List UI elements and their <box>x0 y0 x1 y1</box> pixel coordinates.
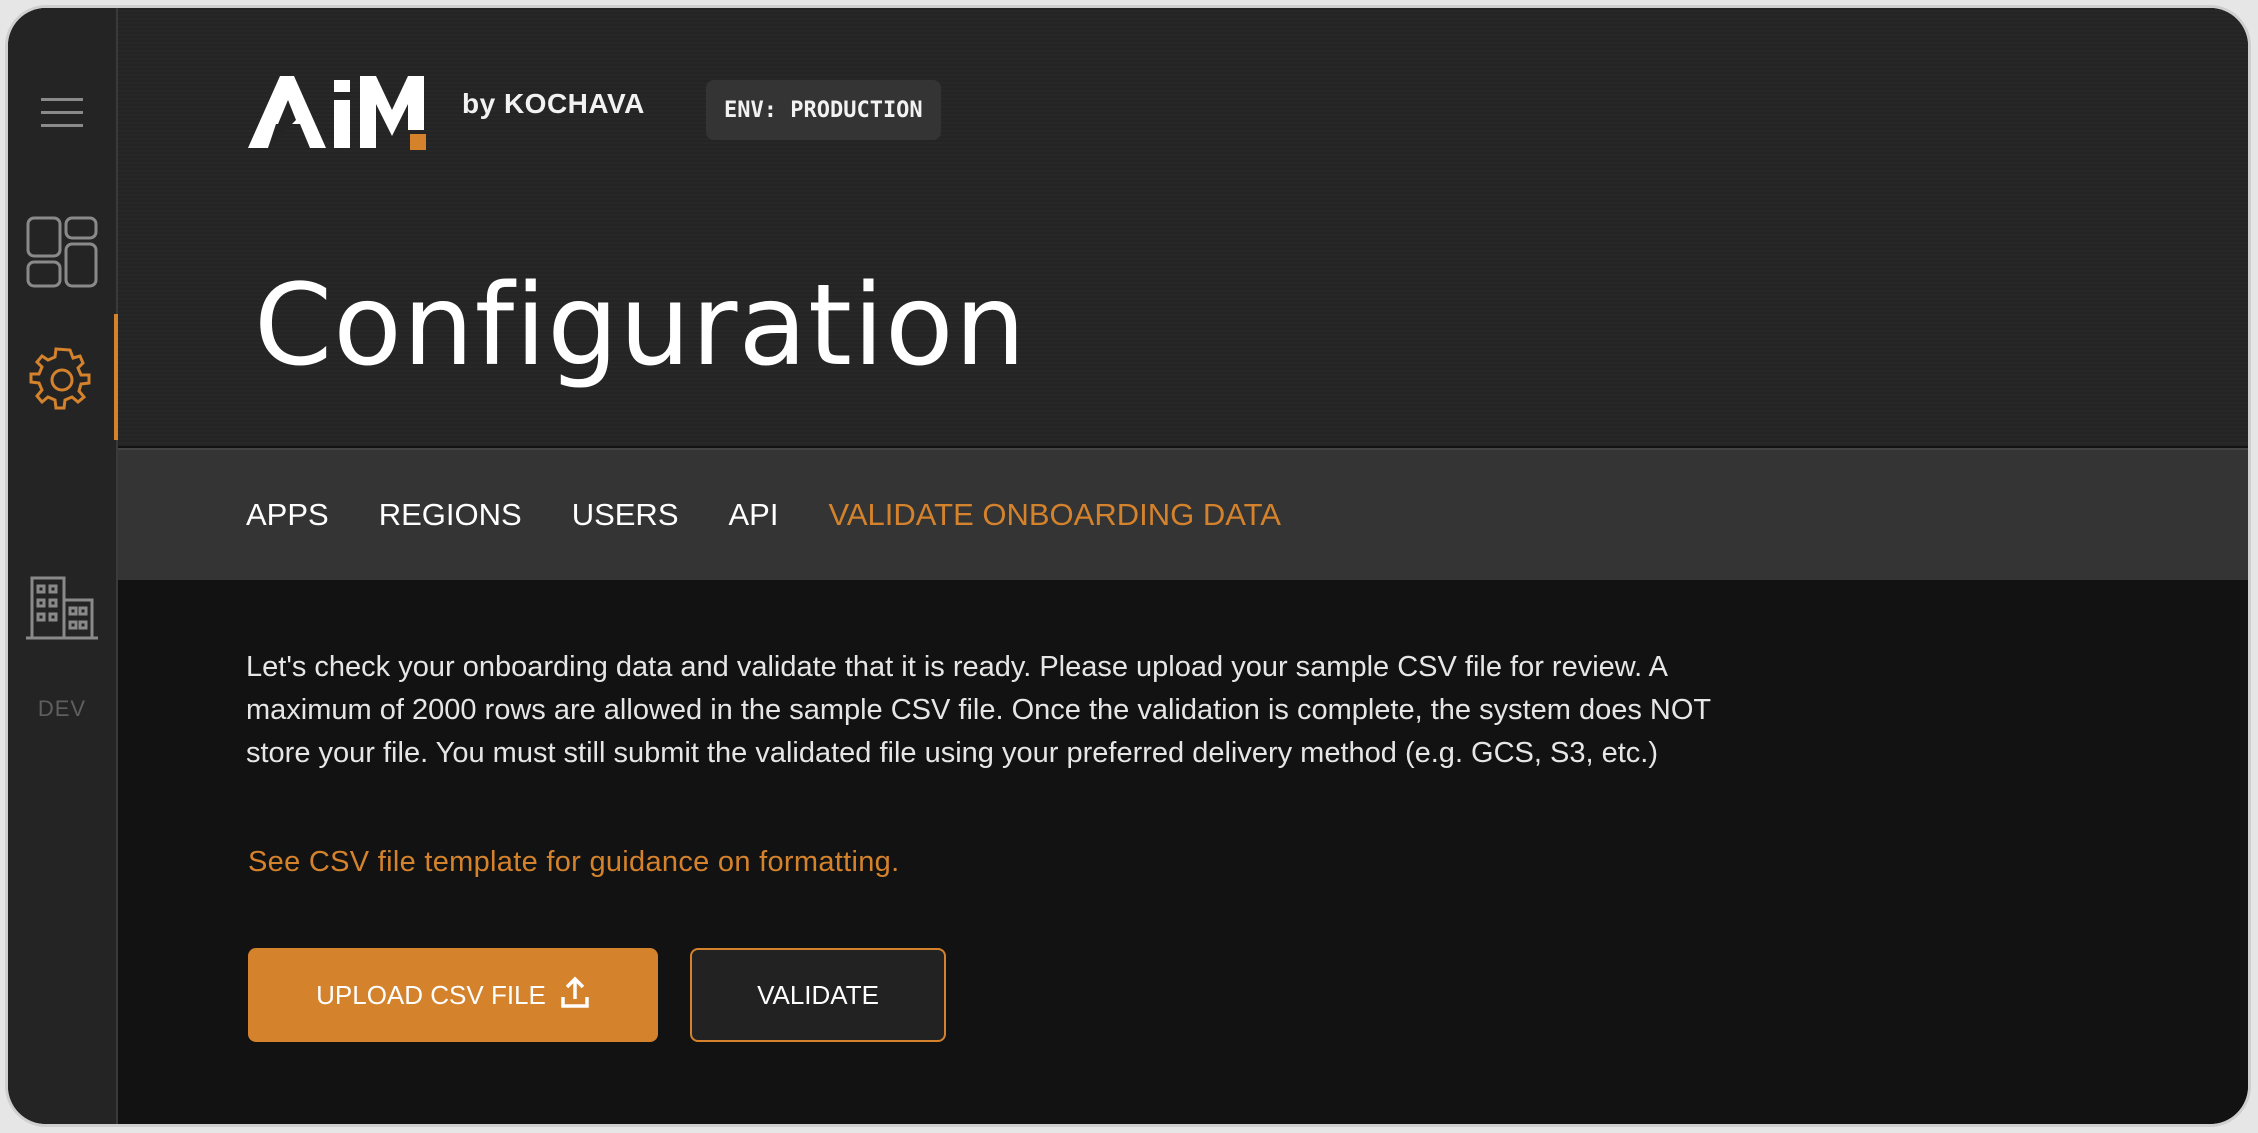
description-text: Let's check your onboarding data and val… <box>246 651 1711 769</box>
tab-regions[interactable]: REGIONS <box>379 497 522 533</box>
tab-users[interactable]: USERS <box>572 497 679 533</box>
upload-csv-button[interactable]: UPLOAD CSV FILE <box>248 948 658 1042</box>
env-badge: ENV: PRODUCTION <box>706 80 941 140</box>
upload-icon <box>560 975 590 1016</box>
building-icon[interactable] <box>8 572 116 642</box>
tab-api[interactable]: API <box>729 497 779 533</box>
header: by KOCHAVA ENV: PRODUCTION Configuration <box>118 8 2248 446</box>
validate-button-label: VALIDATE <box>757 979 879 1010</box>
tab-validate-onboarding-data[interactable]: VALIDATE ONBOARDING DATA <box>828 497 1280 533</box>
hamburger-menu-icon[interactable] <box>8 96 116 130</box>
logo-by-kochava: by KOCHAVA <box>462 88 645 119</box>
app-window: DEV by KOCHAVA ENV: PRODUCTION Configura… <box>8 8 2248 1124</box>
validate-button[interactable]: VALIDATE <box>690 948 946 1042</box>
settings-gear-icon[interactable] <box>8 342 116 418</box>
sidebar: DEV <box>8 8 118 1124</box>
upload-button-label: UPLOAD CSV FILE <box>316 979 546 1010</box>
dashboard-grid-icon[interactable] <box>8 216 116 288</box>
aim-logo <box>246 70 436 156</box>
csv-template-link[interactable]: See CSV file template for guidance on fo… <box>248 846 899 879</box>
env-label: DEV <box>37 696 87 721</box>
main-content: Let's check your onboarding data and val… <box>118 580 2248 1124</box>
tab-apps[interactable]: APPS <box>246 497 329 533</box>
tab-bar: APPS REGIONS USERS API VALIDATE ONBOARDI… <box>118 448 2248 580</box>
page-title: Configuration <box>254 261 1027 391</box>
